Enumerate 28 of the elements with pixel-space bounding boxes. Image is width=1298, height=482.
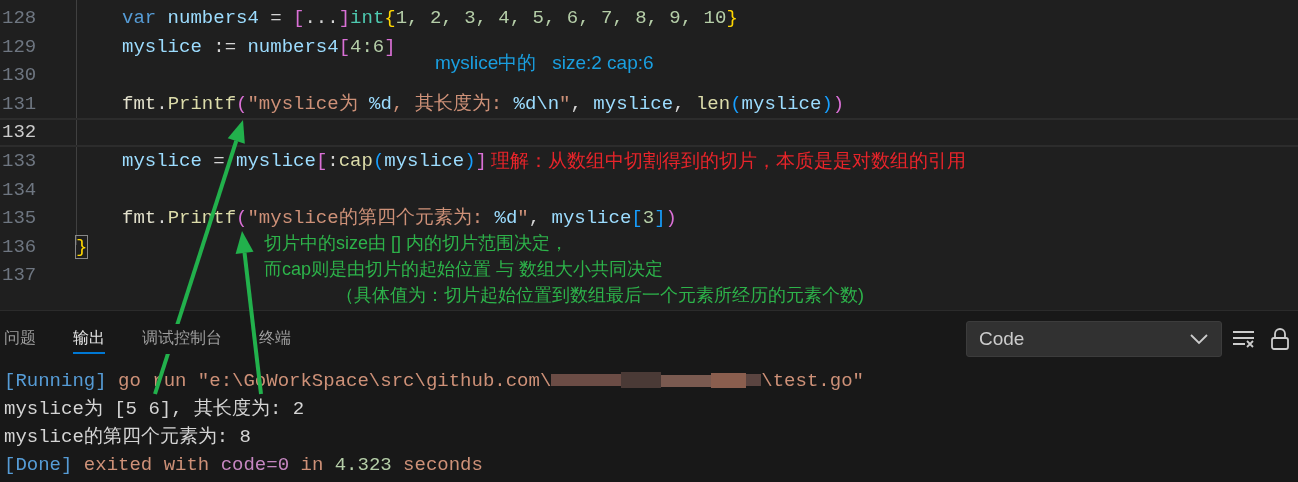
- code-line: }: [76, 234, 88, 260]
- annotation-text: 理解：从数组中切割得到的切片，本质是是对数组的引用: [490, 149, 966, 173]
- line-number: 134: [1, 177, 38, 203]
- annotation-text: 切片中的size由 [] 内的切片范围决定，: [264, 231, 569, 255]
- output-line: myslice的第四个元素为: 8: [4, 425, 253, 451]
- line-number: 131: [1, 91, 38, 117]
- code-line: var numbers4 = [...]int{1, 2, 3, 4, 5, 6, 7, 8, 9, 10}: [121, 6, 738, 32]
- line-number: 129: [1, 34, 38, 60]
- chevron-down-icon: [1189, 333, 1209, 345]
- lock-icon[interactable]: [1270, 327, 1290, 351]
- output-channel-dropdown[interactable]: Code: [966, 321, 1222, 357]
- code-line: fmt.Printf("myslice为 %d, 其长度为: %d\n", myslice, len(myslice)): [121, 91, 845, 117]
- panel-tab[interactable]: 调试控制台: [142, 324, 222, 354]
- annotation-text: myslice中的 size:2 cap:6: [435, 50, 654, 75]
- line-number: 136: [1, 234, 38, 260]
- line-number: 128: [1, 6, 38, 32]
- annotation-text: 而cap则是由切片的起始位置 与 数组大小共同决定: [264, 257, 665, 281]
- output-line: [Done] exited with code=0 in 4.323 seconds: [4, 453, 484, 479]
- code-line: myslice := numbers4[4:6]: [121, 34, 396, 60]
- line-number: 130: [1, 63, 38, 89]
- clear-output-icon[interactable]: [1232, 329, 1256, 349]
- line-number: 135: [1, 206, 38, 232]
- output-line: myslice为 [5 6], 其长度为: 2: [4, 397, 306, 423]
- line-number: 132: [1, 120, 38, 146]
- code-line: myslice = myslice[:cap(myslice)]: [121, 149, 487, 174]
- line-number: 133: [1, 149, 38, 174]
- line-number: 137: [1, 263, 38, 289]
- annotation-text: （具体值为：切片起始位置到数组最后一个元素所经历的元素个数): [335, 283, 864, 307]
